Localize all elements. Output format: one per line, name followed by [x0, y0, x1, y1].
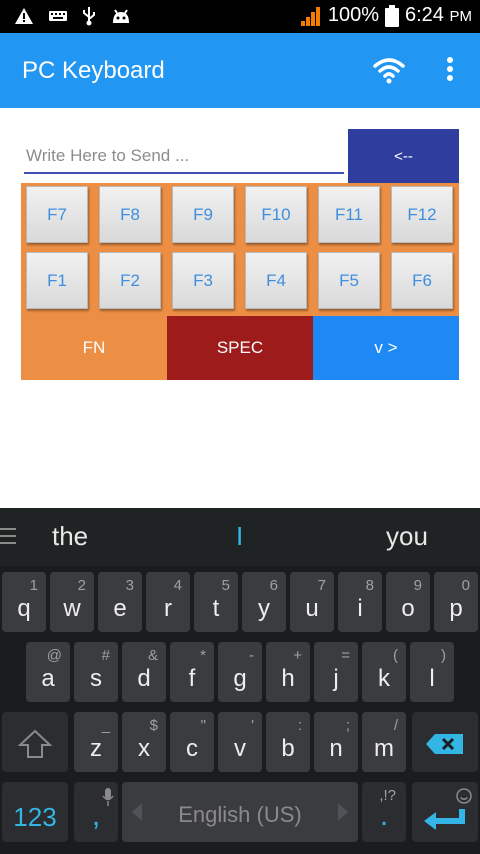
key-n[interactable]: ; n [314, 712, 358, 772]
suggestion-left[interactable]: the [52, 521, 88, 552]
delete-key[interactable] [412, 712, 478, 772]
emoji-icon [456, 788, 472, 804]
more-vert-icon [447, 57, 453, 81]
warning-icon [15, 8, 33, 24]
key-k[interactable]: (k [362, 642, 406, 702]
key-x[interactable]: $ x [122, 712, 166, 772]
status-bar: 100% 6:24 PM [0, 0, 480, 33]
suggestion-center[interactable]: I [236, 521, 243, 552]
suggestions-menu-icon[interactable] [0, 526, 18, 546]
wifi-icon [373, 58, 405, 84]
spec-mode-button[interactable]: SPEC [167, 316, 313, 380]
microphone-icon [102, 788, 114, 806]
space-bar[interactable]: English (US) [122, 782, 358, 842]
wifi-connect-button[interactable] [372, 55, 406, 85]
key-f[interactable]: * f [170, 642, 214, 702]
f1-key[interactable]: F1 [26, 252, 88, 309]
app-bar: PC Keyboard [0, 33, 480, 108]
shift-icon [18, 729, 52, 758]
key-a[interactable]: @ a [26, 642, 70, 702]
signal-icon [300, 6, 320, 26]
f3-key[interactable]: F3 [172, 252, 234, 309]
key-y[interactable]: 6y [242, 572, 286, 632]
period-key[interactable]: ,!?. [362, 782, 406, 842]
f12-key[interactable]: F12 [391, 186, 453, 243]
battery-icon [385, 4, 399, 27]
key-t[interactable]: 5t [194, 572, 238, 632]
f8-key[interactable]: F8 [99, 186, 161, 243]
f6-key[interactable]: F6 [391, 252, 453, 309]
backspace-send-button[interactable]: <-- [348, 129, 459, 183]
mode-button-row: FN SPEC v > [21, 316, 459, 380]
f7-key[interactable]: F7 [26, 186, 88, 243]
fn-mode-button[interactable]: FN [21, 316, 167, 380]
function-key-panel: F7 F8 F9 F10 F11 F12 F1 F2 F3 F4 F5 F6 [21, 183, 459, 316]
notification-icons [14, 6, 132, 26]
key-j[interactable]: = j [314, 642, 358, 702]
key-u[interactable]: 7u [290, 572, 334, 632]
key-m[interactable]: / m [362, 712, 406, 772]
enter-key[interactable] [412, 782, 478, 842]
shift-key[interactable] [2, 712, 68, 772]
key-o[interactable]: 9o [386, 572, 430, 632]
key-z[interactable]: _ z [74, 712, 118, 772]
keyboard-icon [49, 11, 67, 21]
f4-key[interactable]: F4 [245, 252, 307, 309]
symbols-key[interactable]: 123 [2, 782, 68, 842]
key-i[interactable]: 8i [338, 572, 382, 632]
enter-icon [424, 809, 465, 830]
overflow-menu-button[interactable] [440, 55, 460, 85]
language-right-arrow-icon [338, 803, 348, 821]
f10-key[interactable]: F10 [245, 186, 307, 243]
key-b[interactable]: :b [266, 712, 310, 772]
key-w[interactable]: 2w [50, 572, 94, 632]
key-d[interactable]: & d [122, 642, 166, 702]
battery-percent: 100% [327, 4, 379, 26]
key-v[interactable]: ' v [218, 712, 262, 772]
f11-key[interactable]: F11 [318, 186, 380, 243]
f5-key[interactable]: F5 [318, 252, 380, 309]
f2-key[interactable]: F2 [99, 252, 161, 309]
usb-icon [83, 7, 95, 26]
comma-key[interactable]: , [74, 782, 118, 842]
key-g[interactable]: -g [218, 642, 262, 702]
suggestion-right[interactable]: you [386, 521, 428, 552]
language-left-arrow-icon [132, 803, 142, 821]
f9-key[interactable]: F9 [172, 186, 234, 243]
system-status: 100% 6:24 PM [300, 4, 472, 27]
key-area: 1q 2w 3e 4r 5t 6y 7u 8i 9o 0p @ a # s & d *… [0, 566, 480, 854]
app-title: PC Keyboard [22, 57, 165, 84]
key-e[interactable]: 3e [98, 572, 142, 632]
send-text-input[interactable] [24, 140, 344, 174]
key-s[interactable]: # s [74, 642, 118, 702]
key-h[interactable]: + h [266, 642, 310, 702]
clock: 6:24 PM [405, 4, 472, 26]
next-mode-button[interactable]: v > [313, 316, 459, 380]
soft-keyboard: the I you 1q 2w 3e 4r 5t 6y 7u 8i 9o 0p … [0, 508, 480, 854]
android-debug-icon [113, 9, 129, 23]
key-q[interactable]: 1q [2, 572, 46, 632]
key-l[interactable]: ) l [410, 642, 454, 702]
key-c[interactable]: " c [170, 712, 214, 772]
backspace-icon [426, 734, 463, 754]
key-p[interactable]: 0p [434, 572, 478, 632]
key-r[interactable]: 4r [146, 572, 190, 632]
suggestion-strip: the I you [0, 508, 480, 566]
